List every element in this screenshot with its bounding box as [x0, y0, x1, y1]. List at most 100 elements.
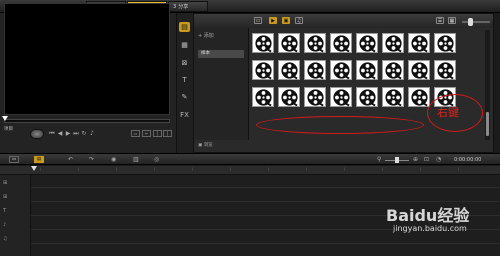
instant-project-icon[interactable]: ▦ — [179, 40, 190, 50]
media-thumbnail[interactable] — [434, 60, 456, 80]
scrubber-handle[interactable] — [2, 116, 8, 121]
undo-icon[interactable]: ↶ — [68, 156, 73, 163]
timeline-toolbar: ▭ ▤ ↶ ↷ ◉ ▥ ◎ ⚲ ⊕ ⊡ ◔ 0:00:00:00 — [0, 153, 500, 165]
repeat-icon[interactable]: ↻ — [81, 130, 87, 137]
ruler-tick: | — [230, 167, 232, 171]
ruler-tick: | — [458, 167, 460, 171]
graphic-icon[interactable]: ✎ — [179, 92, 190, 102]
media-thumbnail[interactable] — [408, 87, 430, 107]
ruler-tick: | — [40, 167, 42, 171]
list-view-icon[interactable]: ☰ — [436, 17, 444, 24]
record-capture-icon[interactable]: ◉ — [111, 156, 116, 163]
media-thumbnail[interactable] — [408, 33, 430, 53]
zoom-in-icon[interactable]: ⊕ — [413, 156, 418, 163]
media-thumbnail[interactable] — [278, 87, 300, 107]
add-folder-label: 添加 — [203, 33, 214, 39]
media-thumbnail[interactable] — [382, 33, 404, 53]
ruler-tick: | — [192, 167, 194, 171]
video-track[interactable] — [31, 175, 500, 188]
thumbnail-size-slider[interactable] — [462, 21, 490, 23]
overlay-track[interactable] — [31, 189, 500, 202]
tab-number: 3 — [173, 4, 177, 10]
mark-in-icon[interactable]: [ — [153, 130, 162, 137]
auto-music-icon[interactable]: ◎ — [154, 156, 159, 163]
media-thumbnail[interactable] — [330, 60, 352, 80]
preview-screen — [4, 3, 170, 115]
overlay-track-icon[interactable]: ⊞ — [3, 194, 7, 200]
media-thumbnail[interactable] — [434, 33, 456, 53]
ruler-tick: | — [420, 167, 422, 171]
storyboard-view-icon[interactable]: ▭ — [9, 156, 19, 163]
step-forward-icon[interactable]: ▶ — [65, 130, 71, 137]
fit-project-icon[interactable]: ⊡ — [424, 156, 429, 163]
watermark-url: jingyan.baidu.com — [393, 224, 467, 233]
media-thumbnail[interactable] — [356, 60, 378, 80]
ruler-tick: | — [78, 167, 80, 171]
folder-icon[interactable]: ▭ — [254, 17, 262, 24]
image-icon[interactable]: ▣ — [282, 17, 290, 24]
play-button[interactable] — [30, 129, 44, 139]
ruler-tick: | — [382, 167, 384, 171]
media-thumbnail[interactable] — [382, 87, 404, 107]
browse-label: 浏览 — [203, 143, 213, 148]
audio-mixer-icon[interactable]: ▥ — [133, 156, 139, 163]
media-thumbnail[interactable] — [382, 60, 404, 80]
folder-pane: + 添加 样本 ▣ 浏览 — [194, 28, 249, 148]
media-thumbnail[interactable] — [304, 87, 326, 107]
step-back-icon[interactable]: ◀ — [57, 130, 63, 137]
transition-icon[interactable]: ⊠ — [179, 58, 190, 68]
music-track-icon[interactable]: ♫ — [3, 236, 7, 242]
timeline-playhead[interactable] — [31, 166, 37, 171]
media-thumbnail[interactable] — [278, 33, 300, 53]
voice-track-icon[interactable]: ♪ — [3, 222, 6, 228]
track-headers: ⊞ ⊞ T ♪ ♫ — [0, 175, 31, 256]
timeline-view-icon[interactable]: ▤ — [34, 156, 44, 163]
preview-mode-label[interactable]: 项目 — [4, 126, 13, 132]
video-icon[interactable]: ▶ — [269, 17, 277, 24]
ruler-tick: | — [306, 167, 308, 171]
media-thumbnail[interactable] — [304, 60, 326, 80]
zoom-out-icon[interactable]: ⚲ — [377, 156, 381, 163]
library-header: ▭ ▶ ▣ ♫ ☰ ▦ — [194, 14, 493, 28]
title-track-icon[interactable]: T — [3, 208, 6, 214]
preview-scrubber[interactable] — [4, 119, 170, 123]
media-thumbnail[interactable] — [356, 87, 378, 107]
timeline-zoom-knob[interactable] — [395, 157, 399, 163]
ruler-tick: | — [268, 167, 270, 171]
timeline-timecode: 0:00:00:00 — [454, 157, 482, 163]
media-icon[interactable]: ▤ — [179, 22, 190, 32]
media-thumbnail[interactable] — [330, 33, 352, 53]
tab-share[interactable]: 3 分享 — [168, 1, 208, 12]
annotation-ellipse — [256, 116, 424, 134]
media-thumbnail[interactable] — [356, 33, 378, 53]
ruler-tick: | — [344, 167, 346, 171]
go-end-icon[interactable]: ⏭ — [73, 130, 79, 137]
timeline-ruler[interactable]: | | | | | | | | | | | | — [0, 166, 500, 175]
media-thumbnail[interactable] — [278, 60, 300, 80]
go-start-icon[interactable]: ⏮ — [49, 130, 55, 137]
folder-item-sample[interactable]: 样本 — [198, 50, 244, 58]
media-thumbnail[interactable] — [330, 87, 352, 107]
media-thumbnail[interactable] — [252, 33, 274, 53]
annotation-text: 右键 — [437, 106, 459, 119]
timeline-settings-icon[interactable]: ◔ — [436, 156, 441, 163]
grid-view-icon[interactable]: ▦ — [448, 17, 456, 24]
media-thumbnail[interactable] — [252, 87, 274, 107]
volume-icon[interactable]: ♪ — [89, 130, 95, 137]
media-thumbnail[interactable] — [304, 33, 326, 53]
split-clip-icon[interactable]: ✂ — [142, 130, 151, 137]
hd-preview-icon[interactable]: ▭ — [131, 130, 140, 137]
thumbnail-size-knob[interactable] — [468, 18, 473, 26]
ruler-tick: | — [154, 167, 156, 171]
filter-icon[interactable]: FX — [179, 110, 190, 120]
music-icon[interactable]: ♫ — [295, 17, 303, 24]
redo-icon[interactable]: ↷ — [89, 156, 94, 163]
media-thumbnail[interactable] — [252, 60, 274, 80]
title-icon[interactable]: T — [179, 75, 190, 85]
browse-button[interactable]: ▣ 浏览 — [198, 142, 213, 148]
library-scrollbar-thumb[interactable] — [486, 112, 489, 136]
add-folder-button[interactable]: + 添加 — [198, 32, 214, 39]
media-thumbnail[interactable] — [408, 60, 430, 80]
video-track-icon[interactable]: ⊞ — [3, 180, 7, 186]
mark-out-icon[interactable]: ] — [163, 130, 172, 137]
